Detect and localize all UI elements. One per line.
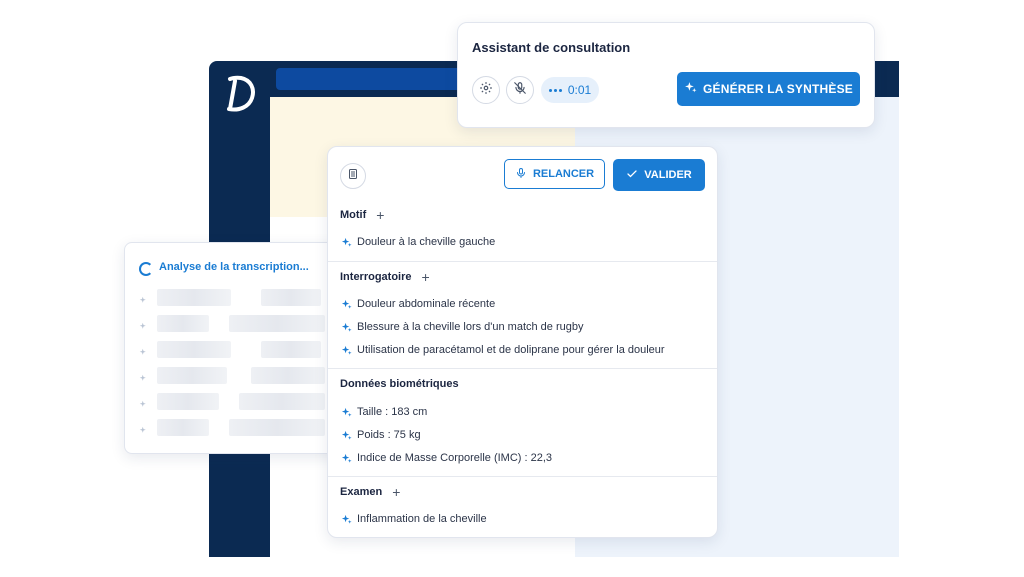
skeleton-row (139, 367, 339, 385)
list-item: Poids : 75 kg (341, 429, 421, 441)
document-button[interactable] (340, 163, 366, 189)
check-icon (626, 168, 638, 183)
skeleton-bar (229, 315, 325, 332)
relancer-button[interactable]: RELANCER (504, 159, 605, 189)
skeleton-row (139, 289, 339, 307)
assistant-card: Assistant de consultation 0:01 GÉNÉRER L… (457, 22, 875, 128)
skeleton-row (139, 419, 339, 437)
sparkle-icon (139, 344, 148, 362)
skeleton-bar (261, 289, 321, 306)
relancer-label: RELANCER (532, 168, 595, 180)
section-title: Motif (340, 209, 367, 221)
skeleton-bar (251, 367, 325, 384)
skeleton-bar (229, 419, 325, 436)
timer-value: 0:01 (567, 83, 592, 97)
section-motif: Motif + Douleur à la cheville gauche (328, 199, 717, 261)
recording-dots-icon (548, 88, 562, 92)
add-interrogatoire-icon[interactable]: + (422, 270, 430, 284)
gear-icon (479, 81, 493, 100)
list-item: Taille : 183 cm (341, 406, 427, 418)
skeleton-bar (157, 419, 209, 436)
add-motif-icon[interactable]: + (376, 208, 384, 222)
sparkle-icon (341, 430, 352, 441)
generate-summary-label: GÉNÉRER LA SYNTHÈSE (702, 82, 854, 96)
section-title: Interrogatoire (340, 271, 412, 283)
mute-microphone-button[interactable] (506, 76, 534, 104)
valider-label: VALIDER (644, 169, 692, 181)
list-item: Blessure à la cheville lors d'un match d… (341, 321, 584, 333)
list-item: Utilisation de paracétamol et de dolipra… (341, 344, 665, 356)
skeleton-bar (157, 315, 209, 332)
list-item: Douleur à la cheville gauche (341, 236, 495, 248)
list-item: Inflammation de la cheville (341, 513, 487, 525)
sparkle-icon (341, 322, 352, 333)
skeleton-bar (157, 341, 231, 358)
sparkle-icon (139, 318, 148, 336)
sparkle-icon (139, 292, 148, 310)
sparkle-icon (139, 422, 148, 440)
sparkle-icon (341, 453, 352, 464)
generate-summary-button[interactable]: GÉNÉRER LA SYNTHÈSE (677, 72, 860, 106)
section-examen: Examen + Inflammation de la cheville (328, 476, 717, 537)
valider-button[interactable]: VALIDER (613, 159, 705, 191)
sparkle-icon (139, 396, 148, 414)
section-title: Données biométriques (340, 378, 459, 390)
sparkle-icon (341, 237, 352, 248)
section-title: Examen (340, 486, 383, 498)
recording-timer: 0:01 (541, 77, 599, 103)
add-examen-icon[interactable]: + (392, 485, 400, 499)
skeleton-row (139, 393, 339, 411)
microphone-icon (515, 167, 527, 182)
sparkle-icon (341, 345, 352, 356)
skeleton-row (139, 341, 339, 359)
document-icon (347, 167, 359, 185)
d-logo-icon (221, 71, 259, 115)
skeleton-bar (157, 367, 227, 384)
list-item: Douleur abdominale récente (341, 298, 495, 310)
skeleton-row (139, 315, 339, 333)
microphone-off-icon (513, 81, 527, 100)
section-donnees-biometriques: Données biométriques Taille : 183 cm Poi… (328, 368, 717, 477)
sparkle-icon (341, 407, 352, 418)
skeleton-bar (157, 393, 219, 410)
sparkle-icon (139, 370, 148, 388)
skeleton-bar (239, 393, 325, 410)
loading-spinner-icon (139, 262, 153, 276)
skeleton-bar (261, 341, 321, 358)
skeleton-bar (157, 289, 231, 306)
assistant-title: Assistant de consultation (472, 40, 631, 55)
transcription-title: Analyse de la transcription... (159, 261, 309, 273)
section-interrogatoire: Interrogatoire + Douleur abdominale réce… (328, 261, 717, 369)
sparkle-icon (341, 299, 352, 310)
settings-button[interactable] (472, 76, 500, 104)
summary-card: RELANCER VALIDER Motif + Douleur à la ch… (327, 146, 718, 538)
transcription-card: Analyse de la transcription... (124, 242, 356, 454)
sparkle-icon (341, 514, 352, 525)
list-item: Indice de Masse Corporelle (IMC) : 22,3 (341, 452, 552, 464)
sparkle-icon (684, 81, 697, 97)
